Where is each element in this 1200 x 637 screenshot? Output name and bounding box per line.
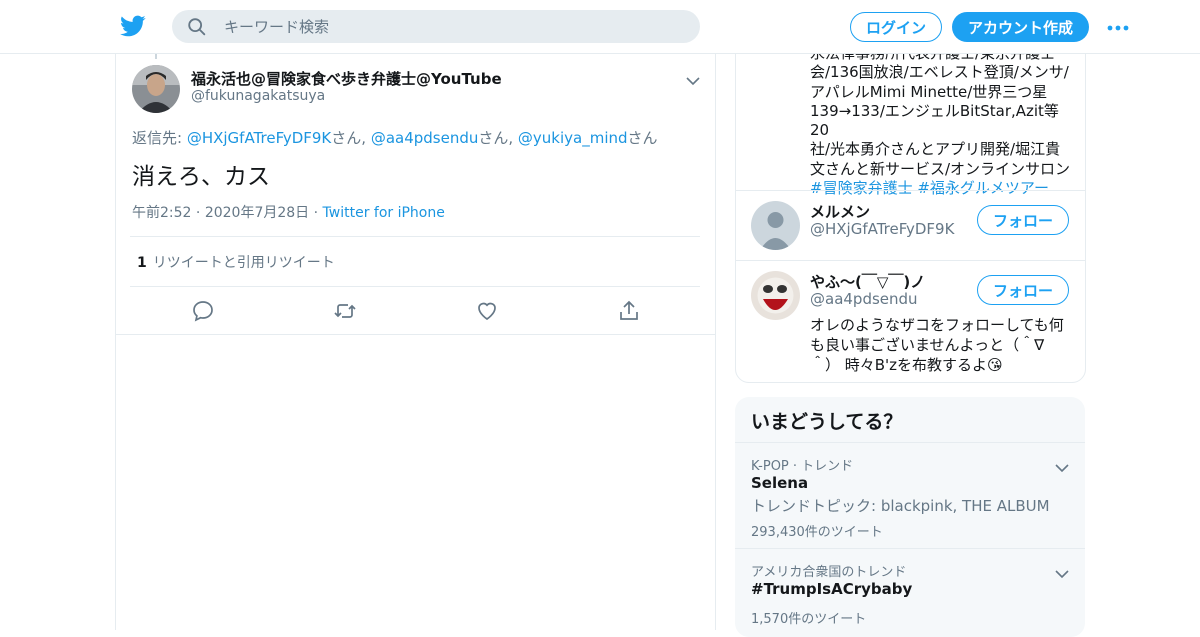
divider xyxy=(130,286,700,287)
divider xyxy=(130,236,700,237)
user-handle[interactable]: @HXjGfATreFyDF9K xyxy=(810,220,954,238)
reply-mention[interactable]: @HXjGfATreFyDF9K xyxy=(187,129,331,147)
chevron-down-icon[interactable] xyxy=(1055,458,1069,473)
reply-icon[interactable] xyxy=(191,299,215,323)
trend-context: K-POP · トレンド xyxy=(751,459,854,474)
trend-name[interactable]: #TrumpIsACrybaby xyxy=(751,580,912,598)
retweet-count: 1 xyxy=(137,255,147,271)
top-bar: ログイン アカウント作成 xyxy=(0,0,1200,54)
tweet-column: 福永活也@冒険家食べ歩き弁護士@YouTube @fukunagakatsuya… xyxy=(115,53,716,630)
chevron-down-icon[interactable] xyxy=(686,71,700,86)
bio-line: 文さんと新サービス/オンラインサロン xyxy=(810,159,1071,178)
divider xyxy=(735,548,1085,549)
search-icon xyxy=(186,16,208,38)
bio-line: アパレルMimi Minette/世界三つ星 xyxy=(810,82,1048,101)
like-icon[interactable] xyxy=(475,299,499,323)
follow-button[interactable]: フォロー xyxy=(977,205,1069,235)
divider xyxy=(736,190,1085,191)
meta-separator: · xyxy=(191,205,205,221)
reply-suffix: さん xyxy=(627,129,658,147)
user-bio: オレのようなザコをフォローしても何も良い事ございませんよっと（＾∇＾） 時々B'… xyxy=(810,316,1064,374)
reply-suffix: さん, xyxy=(478,129,518,147)
reply-to-line: 返信先: @HXjGfATreFyDF9Kさん, @aa4pdsenduさん, … xyxy=(132,127,658,148)
reply-mention[interactable]: @yukiya_mind xyxy=(518,129,628,147)
trend-description: トレンドトピック: blackpink, THE ALBUM xyxy=(751,497,1050,515)
chevron-down-icon[interactable] xyxy=(1055,564,1069,579)
follow-button[interactable]: フォロー xyxy=(977,275,1069,305)
tweet-date[interactable]: 2020年7月28日 xyxy=(205,205,309,221)
trends-panel: いまどうしてる？ K-POP · トレンド Selena トレンドトピック: b… xyxy=(735,397,1085,637)
reply-suffix: さん, xyxy=(331,129,371,147)
retweet-stats[interactable]: 1 リツイートと引用リツイート xyxy=(137,252,335,272)
retweet-icon[interactable] xyxy=(333,299,357,323)
share-icon[interactable] xyxy=(617,299,641,323)
user-handle[interactable]: @aa4pdsendu xyxy=(810,290,918,308)
trend-tweet-count: 293,430件のツイート xyxy=(751,525,883,540)
trends-title: いまどうしてる？ xyxy=(751,411,903,433)
bio-line: 社/光本勇介さんとアプリ開発/堀江貴 xyxy=(810,140,1061,159)
divider xyxy=(735,442,1085,443)
tweet-time[interactable]: 午前2:52 xyxy=(132,205,191,221)
meta-separator: · xyxy=(309,205,323,221)
twitter-bird-icon[interactable] xyxy=(120,13,146,39)
signup-button[interactable]: アカウント作成 xyxy=(952,12,1089,42)
trend-context: アメリカ合衆国のトレンド xyxy=(751,565,907,580)
author-name[interactable]: 福永活也@冒険家食べ歩き弁護士@YouTube xyxy=(191,68,502,89)
author-bio: 永法律事務所代表弁護士/東京弁護士 会/136国放浪/エベレスト登頂/メンサ/ … xyxy=(810,44,1078,198)
user-name[interactable]: メルメン xyxy=(810,201,870,222)
trend-name[interactable]: Selena xyxy=(751,474,808,492)
more-dots-icon[interactable] xyxy=(1106,20,1130,34)
reply-mention[interactable]: @aa4pdsendu xyxy=(371,129,479,147)
tweet-text: 消えろ、カス xyxy=(132,164,270,190)
divider xyxy=(736,260,1085,261)
search-input[interactable] xyxy=(222,16,666,37)
author-avatar[interactable] xyxy=(132,65,180,113)
user-name[interactable]: やふ〜(￣▽￣)ノ xyxy=(810,271,925,292)
bio-line: 139→133/エンジェルBitStar,Azit等20 xyxy=(810,101,1059,140)
avatar-user[interactable] xyxy=(751,271,800,320)
avatar-default[interactable] xyxy=(751,201,800,250)
tweet-source[interactable]: Twitter for iPhone xyxy=(323,205,445,221)
related-users-card: 永法律事務所代表弁護士/東京弁護士 会/136国放浪/エベレスト登頂/メンサ/ … xyxy=(735,20,1086,383)
divider xyxy=(116,334,715,335)
reply-prefix: 返信先: xyxy=(132,129,187,147)
hashtag-link[interactable]: #福永グルメツアー xyxy=(917,179,1049,197)
login-button[interactable]: ログイン xyxy=(850,12,942,42)
bio-line: 会/136国放浪/エベレスト登頂/メンサ/ xyxy=(810,63,1069,82)
search-box[interactable] xyxy=(172,10,700,43)
retweet-label: リツイートと引用リツイート xyxy=(152,255,335,271)
trend-tweet-count: 1,570件のツイート xyxy=(751,612,867,627)
author-handle[interactable]: @fukunagakatsuya xyxy=(191,88,325,104)
hashtag-link[interactable]: #冒険家弁護士 xyxy=(810,179,913,197)
tweet-meta: 午前2:52 · 2020年7月28日 · Twitter for iPhone xyxy=(132,202,445,222)
